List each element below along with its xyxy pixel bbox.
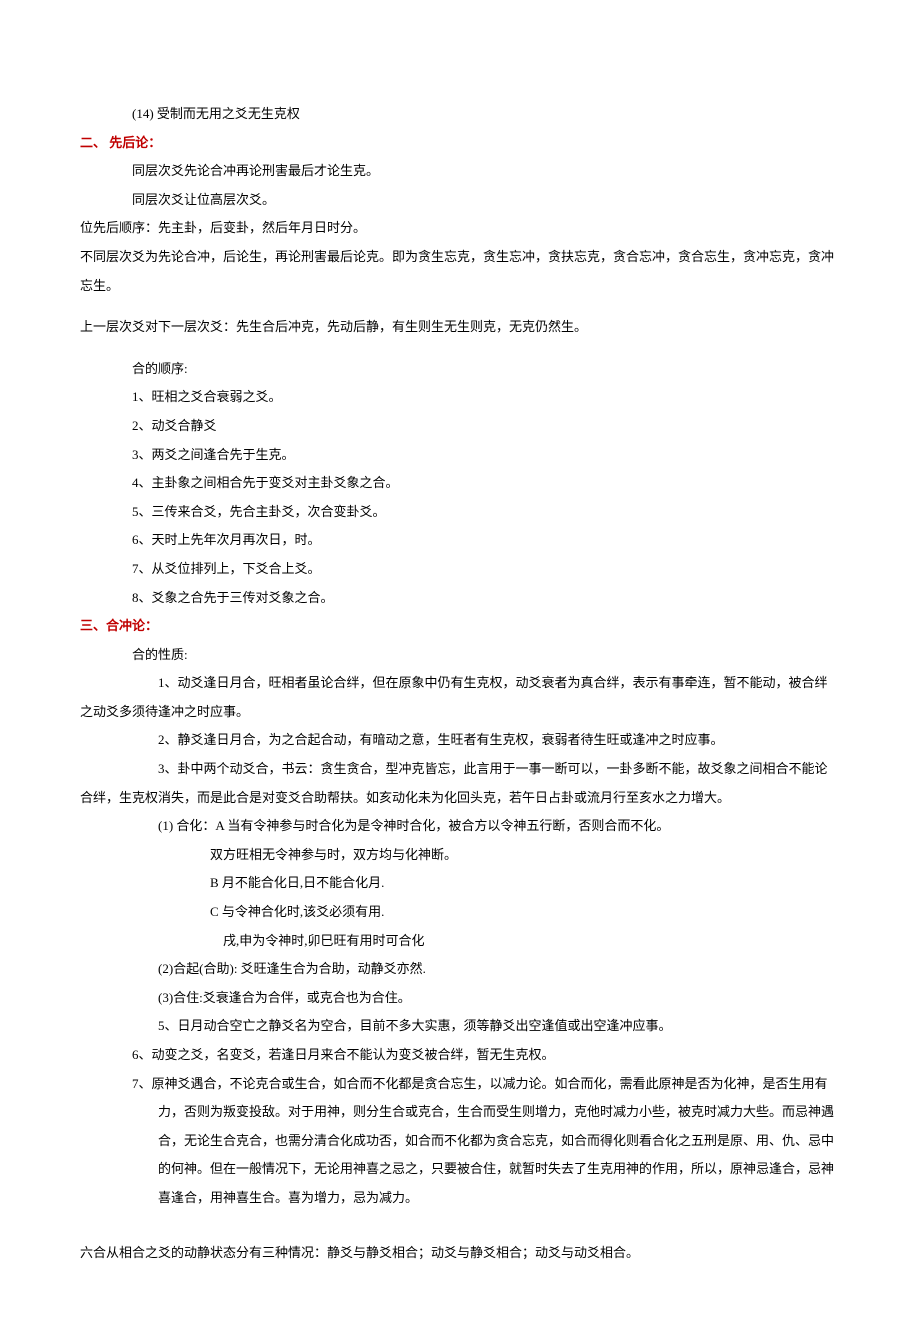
text-line: 1、动爻逢日月合，旺相者虽论合绊，但在原象中仍有生克权，动爻衰者为真合绊，表示有… bbox=[80, 669, 840, 726]
text-line: 5、三传来合爻，先合主卦爻，次合变卦爻。 bbox=[80, 498, 840, 527]
text-line: 7、原神爻遇合，不论克合或生合，如合而不化都是贪合忘生，以减力论。如合而化，需看… bbox=[80, 1070, 840, 1213]
text-line: 合的性质: bbox=[80, 641, 840, 670]
text-line: 6、动变之爻，名变爻，若逢日月来合不能认为变爻被合绊，暂无生克权。 bbox=[80, 1041, 840, 1070]
text-line: 3、卦中两个动爻合，书云：贪生贪合，型冲克皆忘，此言用于一事一断可以，一卦多断不… bbox=[80, 755, 840, 812]
text-line: (14) 受制而无用之爻无生克权 bbox=[80, 100, 840, 129]
text-line: 5、日月动合空亡之静爻名为空合，目前不多大实惠，须等静爻出空逢值或出空逢冲应事。 bbox=[80, 1012, 840, 1041]
section-2-title: 二、 先后论： bbox=[80, 129, 840, 158]
text-line: C 与令神合化时,该爻必须有用. bbox=[80, 898, 840, 927]
text-line: 合的顺序: bbox=[80, 355, 840, 384]
text-line: 6、天时上先年次月再次日，时。 bbox=[80, 526, 840, 555]
text-line: 六合从相合之爻的动静状态分有三种情况：静爻与静爻相合；动爻与静爻相合；动爻与动爻… bbox=[80, 1239, 840, 1268]
text-line: 2、动爻合静爻 bbox=[80, 412, 840, 441]
text-line: (3)合住:爻衰逢合为合伴，或克合也为合住。 bbox=[80, 984, 840, 1013]
text-line: 同层次爻让位高层次爻。 bbox=[80, 186, 840, 215]
text-line: 8、爻象之合先于三传对爻象之合。 bbox=[80, 584, 840, 613]
text-line: 1、旺相之爻合衰弱之爻。 bbox=[80, 383, 840, 412]
text-line: 同层次爻先论合冲再论刑害最后才论生克。 bbox=[80, 157, 840, 186]
text-line: 位先后顺序：先主卦，后变卦，然后年月日时分。 bbox=[80, 214, 840, 243]
text-line: 3、两爻之间逢合先于生克。 bbox=[80, 441, 840, 470]
text-line: 7、从爻位排列上，下爻合上爻。 bbox=[80, 555, 840, 584]
text-line: 双方旺相无令神参与时，双方均与化神断。 bbox=[80, 841, 840, 870]
text-line: 上一层次爻对下一层次爻：先生合后冲克，先动后静，有生则生无生则克，无克仍然生。 bbox=[80, 313, 840, 342]
text-line: B 月不能合化日,日不能合化月. bbox=[80, 869, 840, 898]
text-line: 2、静爻逢日月合，为之合起合动，有暗动之意，生旺者有生克权，衰弱者待生旺或逢冲之… bbox=[80, 726, 840, 755]
text-line: 戌,申为令神时,卯巳旺有用时可合化 bbox=[80, 927, 840, 956]
text-line: (1) 合化：A 当有令神参与时合化为是令神时合化，被合方以令神五行断，否则合而… bbox=[80, 812, 840, 841]
text-line: (2)合起(合助): 爻旺逢生合为合助，动静爻亦然. bbox=[80, 955, 840, 984]
text-line: 不同层次爻为先论合冲，后论生，再论刑害最后论克。即为贪生忘克，贪生忘冲，贪扶忘克… bbox=[80, 243, 840, 300]
text-line: 4、主卦象之间相合先于变爻对主卦爻象之合。 bbox=[80, 469, 840, 498]
section-3-title: 三、合冲论： bbox=[80, 612, 840, 641]
